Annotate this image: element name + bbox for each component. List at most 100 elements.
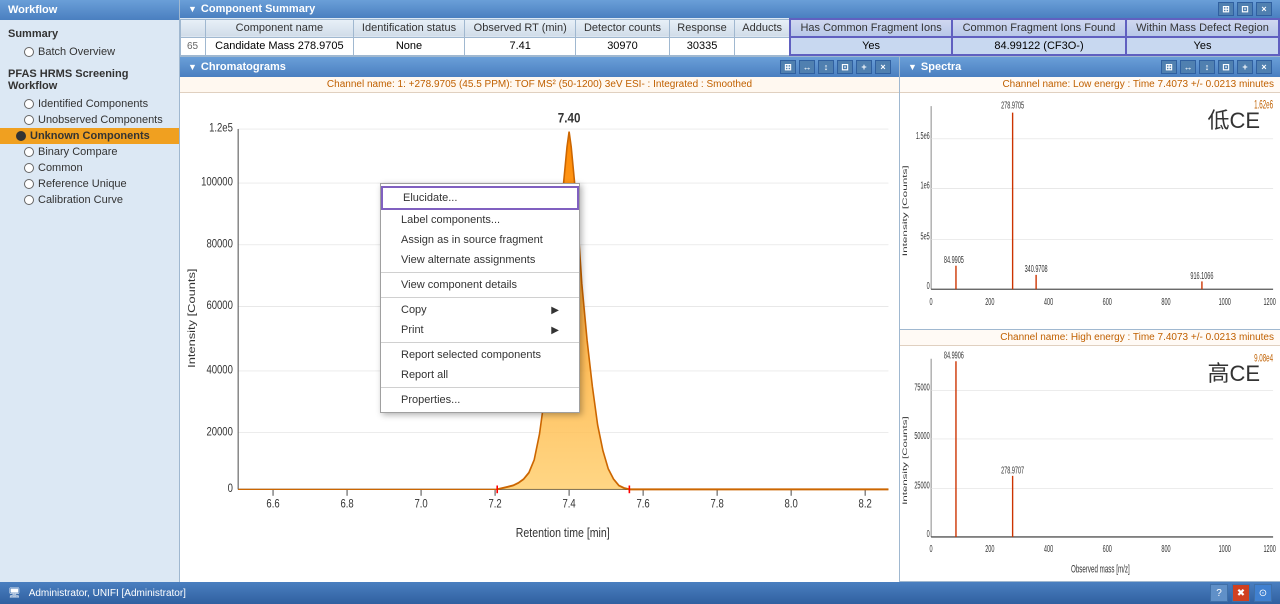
sidebar-title: Workflow — [0, 0, 179, 20]
svg-text:1200: 1200 — [1263, 295, 1276, 308]
toolbar-icon-3[interactable]: × — [1256, 2, 1272, 16]
chromatogram-toolbar: ▼ Chromatograms ⊞ ↔ ↕ ⊡ + × — [180, 57, 899, 77]
context-menu-view-details[interactable]: View component details — [381, 275, 579, 295]
chrom-toolbar-icon-2[interactable]: ↔ — [799, 60, 815, 74]
svg-text:1.2e5: 1.2e5 — [209, 122, 233, 135]
svg-text:84.9906: 84.9906 — [944, 350, 964, 361]
sidebar-item-binary[interactable]: Binary Compare — [0, 144, 179, 160]
svg-text:600: 600 — [1103, 295, 1112, 308]
svg-text:8.2: 8.2 — [859, 498, 872, 511]
svg-text:200: 200 — [985, 295, 994, 308]
status-icon-3[interactable]: ⊙ — [1254, 584, 1272, 602]
sidebar-item-identified[interactable]: Identified Components — [0, 96, 179, 112]
spectra-high-ce: Channel name: High energy : Time 7.4073 … — [900, 330, 1280, 583]
triangle-icon: ▼ — [188, 62, 197, 72]
context-menu: Elucidate... Label components... Assign … — [380, 183, 580, 413]
component-summary-header: ▼ Component Summary ⊞ ⊡ × — [180, 0, 1280, 18]
table-row[interactable]: 65 Candidate Mass 278.9705 None 7.41 309… — [181, 37, 1280, 55]
chrom-toolbar-icon-6[interactable]: × — [875, 60, 891, 74]
context-menu-report-selected[interactable]: Report selected components — [381, 345, 579, 365]
sidebar-item-common[interactable]: Common — [0, 160, 179, 176]
spectra-panel: ▼ Spectra ⊞ ↔ ↕ ⊡ + × — [900, 57, 1280, 582]
spectra-toolbar-icon-3[interactable]: ↕ — [1199, 60, 1215, 74]
spectra-toolbar-icon-6[interactable]: × — [1256, 60, 1272, 74]
col-has-common-fragment: Has Common Fragment Ions — [790, 19, 952, 37]
col-response: Response — [669, 19, 734, 37]
low-ce-chart: 1.62e6 0 5e5 1e6 — [900, 93, 1280, 329]
svg-text:278.9707: 278.9707 — [1001, 464, 1024, 475]
svg-text:1e6: 1e6 — [920, 179, 929, 192]
svg-text:40000: 40000 — [206, 364, 233, 377]
component-summary-title: Component Summary — [201, 3, 315, 15]
radio-icon — [24, 115, 34, 125]
chrom-toolbar-icon-5[interactable]: + — [856, 60, 872, 74]
svg-text:Retention time [min]: Retention time [min] — [516, 526, 610, 540]
sidebar-item-reference[interactable]: Reference Unique — [0, 176, 179, 192]
svg-text:1000: 1000 — [1219, 295, 1232, 308]
svg-text:0: 0 — [927, 528, 930, 539]
divider-3 — [381, 342, 579, 343]
status-bar-right: ? ✖ ⊙ — [1210, 584, 1272, 602]
svg-text:80000: 80000 — [206, 238, 233, 251]
sidebar-item-unknown[interactable]: Unknown Components — [0, 128, 179, 144]
context-menu-print[interactable]: Print ▶ — [381, 320, 579, 340]
svg-text:7.0: 7.0 — [414, 498, 427, 511]
sidebar-item-calibration[interactable]: Calibration Curve — [0, 192, 179, 208]
spectra-toolbar-icon-2[interactable]: ↔ — [1180, 60, 1196, 74]
svg-text:0: 0 — [930, 543, 933, 554]
radio-icon — [24, 163, 34, 173]
spectra-toolbar-icon-4[interactable]: ⊡ — [1218, 60, 1234, 74]
spectra-toolbar-icon-5[interactable]: + — [1237, 60, 1253, 74]
submenu-arrow: ▶ — [551, 305, 559, 316]
svg-text:200: 200 — [985, 543, 995, 554]
high-ce-label: 高CE — [1207, 356, 1260, 388]
toolbar-icon-2[interactable]: ⊡ — [1237, 2, 1253, 16]
divider-1 — [381, 272, 579, 273]
cell-has-common-fragment: Yes — [790, 37, 952, 55]
app-container: Workflow Summary Batch Overview PFAS HRM… — [0, 0, 1280, 604]
spectra-title: Spectra — [921, 61, 961, 73]
svg-text:0: 0 — [927, 279, 930, 292]
svg-text:800: 800 — [1161, 295, 1170, 308]
divider-2 — [381, 297, 579, 298]
svg-text:7.40: 7.40 — [558, 109, 581, 125]
context-menu-properties[interactable]: Properties... — [381, 390, 579, 410]
svg-text:7.8: 7.8 — [711, 498, 724, 511]
sidebar: Workflow Summary Batch Overview PFAS HRM… — [0, 0, 180, 582]
svg-text:7.6: 7.6 — [637, 498, 650, 511]
svg-text:0: 0 — [930, 295, 933, 308]
chrom-toolbar-icon-1[interactable]: ⊞ — [780, 60, 796, 74]
status-icon-1[interactable]: ? — [1210, 584, 1228, 602]
toolbar-icon-1[interactable]: ⊞ — [1218, 2, 1234, 16]
svg-text:278.9705: 278.9705 — [1001, 99, 1024, 112]
svg-text:7.4: 7.4 — [562, 498, 575, 511]
sidebar-item-unobserved[interactable]: Unobserved Components — [0, 112, 179, 128]
spectra-toolbar-icon-1[interactable]: ⊞ — [1161, 60, 1177, 74]
context-menu-copy[interactable]: Copy ▶ — [381, 300, 579, 320]
component-table: Component name Identification status Obs… — [180, 18, 1280, 56]
chrom-toolbar-icon-4[interactable]: ⊡ — [837, 60, 853, 74]
svg-text:400: 400 — [1044, 543, 1054, 554]
context-menu-report-all[interactable]: Report all — [381, 365, 579, 385]
context-menu-view-alternate[interactable]: View alternate assignments — [381, 250, 579, 270]
status-icon-2[interactable]: ✖ — [1232, 584, 1250, 602]
sidebar-summary-section: Summary — [0, 24, 179, 44]
context-menu-label-components[interactable]: Label components... — [381, 210, 579, 230]
col-common-fragment-found: Common Fragment Ions Found — [952, 19, 1126, 37]
radio-icon — [16, 131, 26, 141]
context-menu-elucidate[interactable]: Elucidate... — [381, 186, 579, 210]
cell-response: 30335 — [669, 37, 734, 55]
context-menu-assign-source[interactable]: Assign as in source fragment — [381, 230, 579, 250]
cell-within-mass-defect: Yes — [1126, 37, 1279, 55]
sidebar-item-batch-overview[interactable]: Batch Overview — [0, 44, 179, 60]
svg-text:7.2: 7.2 — [488, 498, 501, 511]
radio-icon — [24, 99, 34, 109]
high-ce-channel-label: Channel name: High energy : Time 7.4073 … — [900, 330, 1280, 346]
svg-text:Observed mass [m/z]: Observed mass [m/z] — [1071, 562, 1130, 574]
sidebar-pfas-section: PFAS HRMS Screening Workflow — [0, 64, 179, 96]
chrom-toolbar-icon-3[interactable]: ↕ — [818, 60, 834, 74]
radio-icon — [24, 147, 34, 157]
svg-text:25000: 25000 — [914, 479, 930, 490]
col-component-name — [181, 19, 206, 37]
col-within-mass-defect: Within Mass Defect Region — [1126, 19, 1279, 37]
